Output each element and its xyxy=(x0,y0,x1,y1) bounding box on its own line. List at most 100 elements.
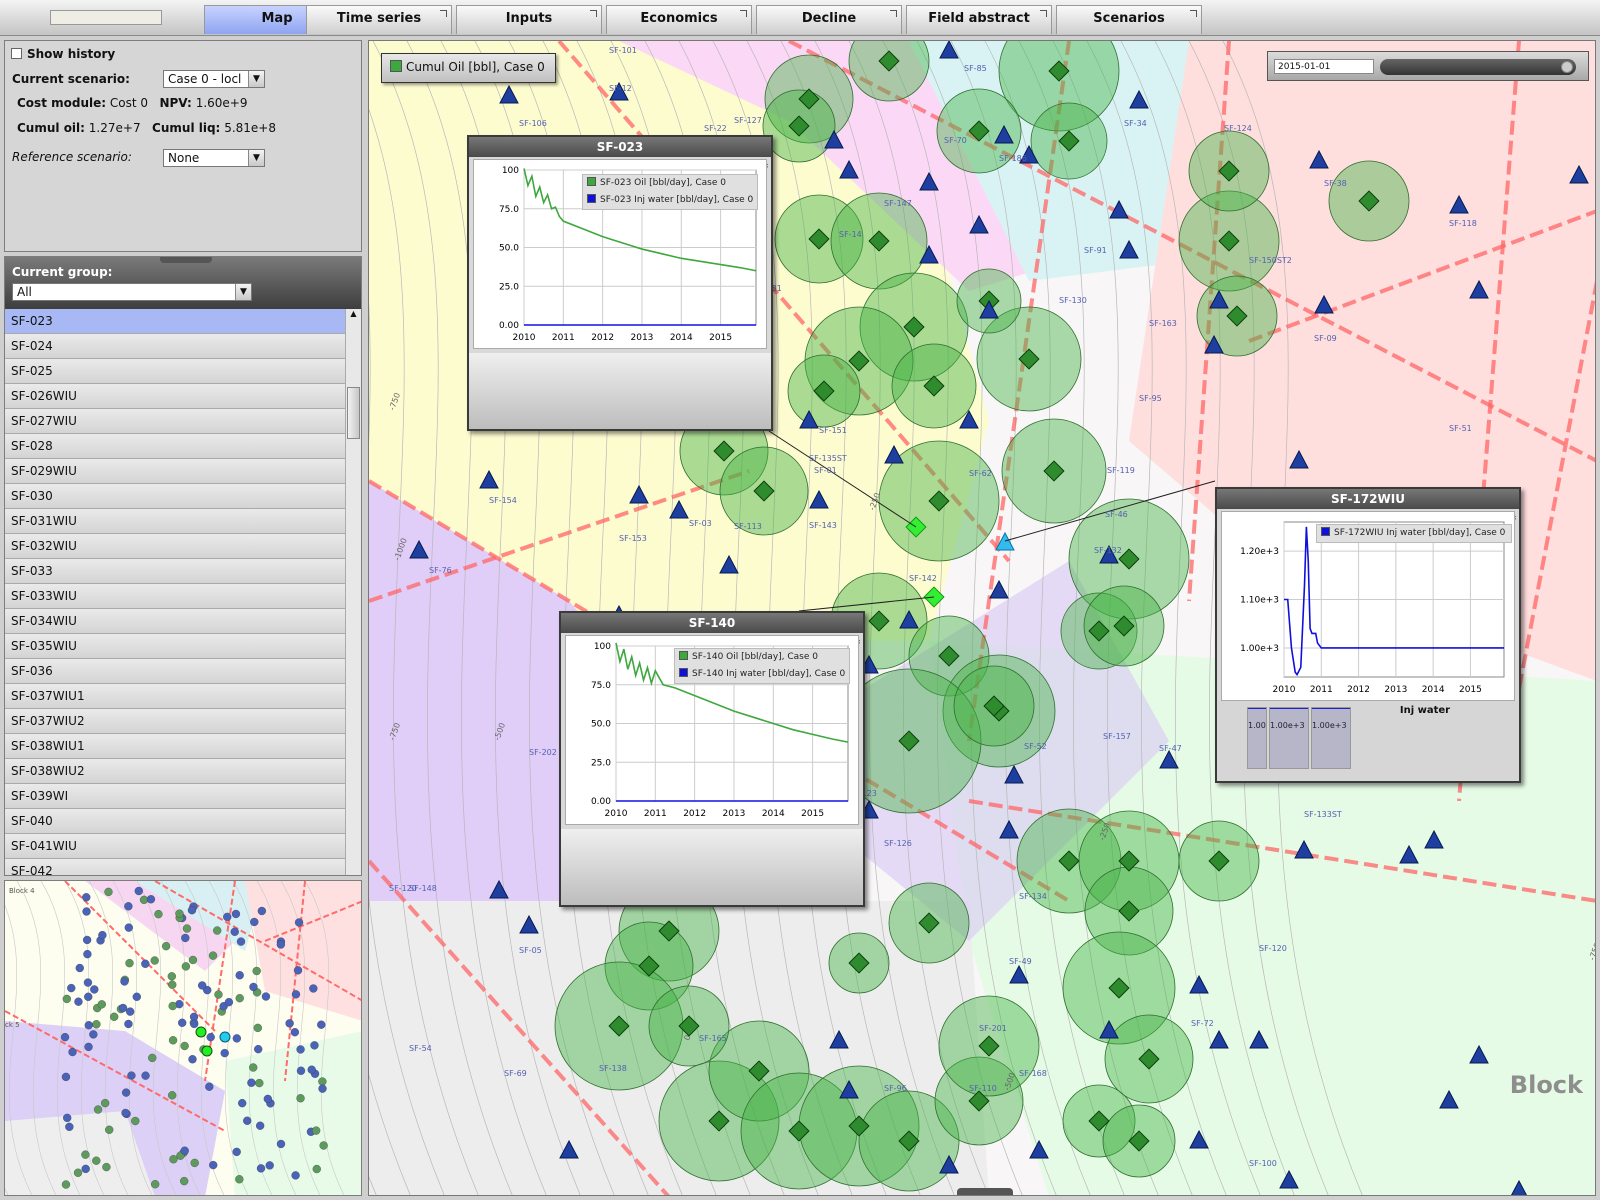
minimap-well-dot xyxy=(214,990,223,999)
well-label: SF-05 xyxy=(519,946,542,955)
list-item[interactable]: SF-035WIU xyxy=(5,634,345,659)
list-item[interactable]: SF-034WIU xyxy=(5,609,345,634)
minimap[interactable]: Block 4 ck 5 xyxy=(4,880,362,1196)
list-item[interactable]: SF-025 xyxy=(5,359,345,384)
tab-corner-icon xyxy=(1190,10,1197,17)
minimap-well-dot xyxy=(154,909,163,919)
x-tick-label: 2013 xyxy=(723,809,746,819)
tab-scenarios[interactable]: Scenarios xyxy=(1056,5,1202,34)
list-item[interactable]: SF-032WIU xyxy=(5,534,345,559)
well-popup-sf-172wiu[interactable]: SF-172WIU ⚙ 2010201120122013201420151.20… xyxy=(1215,487,1521,783)
list-item[interactable]: SF-031WIU xyxy=(5,509,345,534)
tab-decline[interactable]: Decline xyxy=(756,5,902,34)
legend-label: SF-023 Oil [bbl/day], Case 0 xyxy=(600,178,726,188)
list-item[interactable]: SF-028 xyxy=(5,434,345,459)
list-item[interactable]: SF-033WIU xyxy=(5,584,345,609)
scrollbar-thumb[interactable] xyxy=(347,387,360,439)
y-tick-label: 25.0 xyxy=(499,282,519,292)
minimap-well-dot xyxy=(175,909,184,918)
well-popup-sf-140[interactable]: SF-140 ⚙ 20102011201220132014201510075.0… xyxy=(559,611,865,907)
minimap-well-dot xyxy=(93,1105,103,1114)
minimap-well-dot xyxy=(187,906,197,915)
list-item[interactable]: SF-038WIU1 xyxy=(5,734,345,759)
tab-label: Field abstract xyxy=(928,11,1030,26)
well-label: SF-153 xyxy=(619,534,647,543)
cumul-liq-label: Cumul liq: xyxy=(152,121,221,135)
list-item[interactable]: SF-041WIU xyxy=(5,834,345,859)
minimap-well-dot xyxy=(82,893,91,902)
list-item[interactable]: SF-036 xyxy=(5,659,345,684)
show-history-checkbox[interactable] xyxy=(11,48,22,59)
tab-inputs[interactable]: Inputs xyxy=(456,5,602,34)
resize-grip[interactable] xyxy=(160,257,212,263)
list-item[interactable]: SF-033 xyxy=(5,559,345,584)
field-map[interactable]: SF-101 SF-12 SF-106 SF-22 SF-34 SF-38 SF-118 SF… xyxy=(368,40,1596,1196)
scroll-up-icon[interactable]: ▲ xyxy=(346,309,361,318)
well-label: SF-202 xyxy=(529,748,557,757)
minimap-well-dot xyxy=(89,1030,98,1039)
current-scenario-value: Case 0 - locl xyxy=(168,72,242,86)
list-item[interactable]: SF-037WIU1 xyxy=(5,684,345,709)
list-item[interactable]: SF-027WIU xyxy=(5,409,345,434)
well-label: SF-95 xyxy=(1139,394,1162,403)
popup-title: SF-172WIU xyxy=(1217,489,1519,509)
current-group-select[interactable]: All ▼ xyxy=(12,283,252,301)
list-item[interactable]: SF-038WIU2 xyxy=(5,759,345,784)
tab-corner-icon xyxy=(890,10,897,17)
minimap-well-dot xyxy=(180,1176,189,1186)
chevron-down-icon[interactable]: ▼ xyxy=(235,284,251,300)
minimap-well-dot xyxy=(224,998,234,1007)
reference-scenario-select[interactable]: None ▼ xyxy=(163,149,265,167)
npv-label: NPV: xyxy=(159,96,192,110)
minimap-well-dot xyxy=(189,1012,199,1021)
minimap-canvas[interactable] xyxy=(5,881,362,1196)
legend-item-oil: SF-023 Oil [bbl/day], Case 0 xyxy=(583,175,757,192)
minimap-well-dot xyxy=(97,1000,106,1009)
chevron-down-icon[interactable]: ▼ xyxy=(248,150,264,166)
well-label: SF-157 xyxy=(1103,732,1131,741)
well-label: SF-147 xyxy=(884,199,912,208)
current-group-value: All xyxy=(17,285,32,299)
minimap-well-dot xyxy=(256,1121,265,1130)
tab-time-series[interactable]: Time series xyxy=(306,5,452,34)
minimap-well-dot xyxy=(81,1164,90,1174)
time-slider-knob[interactable] xyxy=(1561,61,1573,73)
well-popup-sf-023[interactable]: SF-023 ⚙ 20102011201220132014201510075.0… xyxy=(467,135,773,431)
well-label: SF-52 xyxy=(1024,742,1047,751)
current-scenario-select[interactable]: Case 0 - locl ▼ xyxy=(163,70,265,88)
date-input[interactable]: 2015-01-01 xyxy=(1274,59,1374,74)
x-tick-label: 2013 xyxy=(1384,685,1407,695)
time-slider[interactable] xyxy=(1380,59,1576,75)
well-label: SF-133ST xyxy=(1304,810,1342,819)
list-item[interactable]: SF-024 xyxy=(5,334,345,359)
top-search-input[interactable] xyxy=(50,10,162,25)
well-label: SF-120 xyxy=(389,884,417,893)
minimap-well-dot xyxy=(252,966,261,976)
popup-title: SF-140 xyxy=(561,613,863,633)
tab-label: Time series xyxy=(336,11,422,26)
tab-economics[interactable]: Economics xyxy=(606,5,752,34)
current-scenario-label: Current scenario: xyxy=(12,72,130,86)
well-label: SF-113 xyxy=(734,522,762,531)
chevron-down-icon[interactable]: ▼ xyxy=(248,71,264,87)
well-label: SF-154 xyxy=(489,496,517,505)
minimap-well-dot xyxy=(309,984,318,993)
list-item[interactable]: SF-039WI xyxy=(5,784,345,809)
bottom-resize-grip[interactable] xyxy=(957,1188,1013,1195)
list-item[interactable]: SF-030 xyxy=(5,484,345,509)
well-label: SF-46 xyxy=(1105,510,1128,519)
minimap-well-dot xyxy=(181,933,190,943)
list-item[interactable]: SF-040 xyxy=(5,809,345,834)
list-item[interactable]: SF-029WIU xyxy=(5,459,345,484)
list-item[interactable]: SF-037WIU2 xyxy=(5,709,345,734)
minimap-well-dot xyxy=(254,1045,263,1054)
minimap-well-dot xyxy=(291,1171,300,1180)
minimap-well-dot xyxy=(276,1139,286,1149)
tab-field-abstract[interactable]: Field abstract xyxy=(906,5,1052,34)
minimap-well-dot xyxy=(232,1147,241,1157)
list-item[interactable]: SF-026WIU xyxy=(5,384,345,409)
well-list-scrollbar[interactable]: ▲ xyxy=(345,309,361,875)
list-item[interactable]: SF-042 xyxy=(5,859,345,875)
minimap-well-dot xyxy=(180,1146,189,1155)
list-item[interactable]: SF-023 xyxy=(5,309,345,334)
